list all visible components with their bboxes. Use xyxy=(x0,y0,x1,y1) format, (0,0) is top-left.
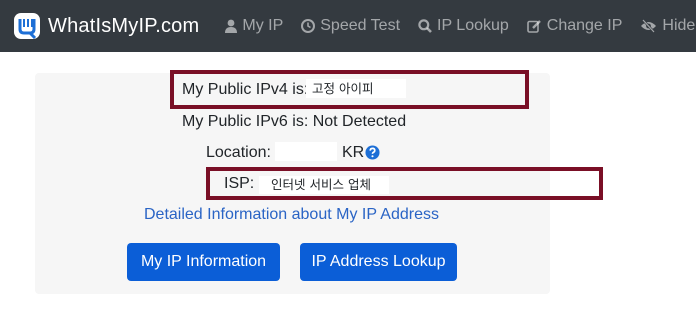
ip-address-lookup-button[interactable]: IP Address Lookup xyxy=(300,243,457,281)
ipv6-status: My Public IPv6 is: Not Detected xyxy=(182,113,407,130)
nav-my-ip-label: My IP xyxy=(242,17,284,34)
nav-change-ip[interactable]: Change IP xyxy=(526,17,623,35)
user-icon xyxy=(225,19,238,33)
edit-icon xyxy=(526,20,541,33)
nav-change-ip-label: Change IP xyxy=(546,17,623,34)
ipv4-highlight-box xyxy=(170,70,529,109)
clock-icon xyxy=(301,19,316,33)
nav-hide-ip[interactable]: Hide IP xyxy=(640,17,696,35)
search-icon xyxy=(418,19,432,33)
nav-speed-test[interactable]: Speed Test xyxy=(301,17,400,35)
nav-speed-test-label: Speed Test xyxy=(320,17,401,34)
brand-link[interactable]: WhatIsMyIP.com xyxy=(12,11,199,41)
brand-name: WhatIsMyIP.com xyxy=(48,14,200,37)
my-ip-information-button[interactable]: My IP Information xyxy=(127,243,280,281)
eye-slash-icon xyxy=(641,19,657,33)
isp-highlight-box xyxy=(206,167,603,200)
nav-ip-lookup[interactable]: IP Lookup xyxy=(418,17,509,35)
location-country: KR xyxy=(342,144,365,161)
help-icon[interactable] xyxy=(365,145,380,160)
nav-hide-ip-label: Hide IP xyxy=(662,17,696,34)
logo-icon xyxy=(14,13,40,40)
top-navbar: WhatIsMyIP.com My IP Speed Test IP Looku… xyxy=(0,0,696,52)
nav-my-ip[interactable]: My IP xyxy=(225,17,283,35)
detailed-info-link[interactable]: Detailed Information about My IP Address xyxy=(144,206,439,224)
nav-ip-lookup-label: IP Lookup xyxy=(437,17,509,34)
location-label: Location: xyxy=(206,144,271,161)
location-redacted xyxy=(275,142,337,161)
